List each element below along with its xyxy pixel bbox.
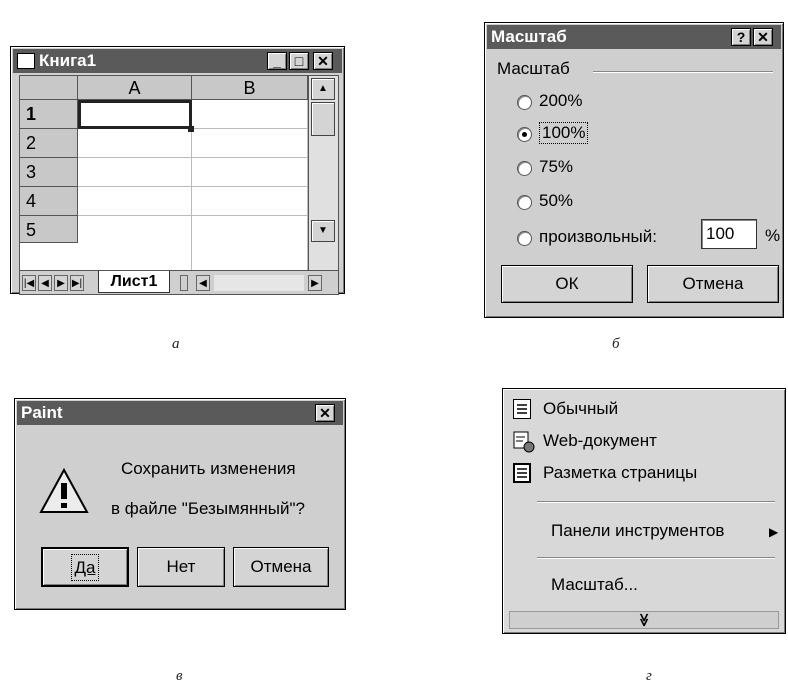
cancel-button[interactable]: Отмена xyxy=(233,547,329,587)
zoom-radio-75[interactable] xyxy=(517,161,532,176)
column-header-a[interactable]: A xyxy=(78,76,192,100)
paint-dialog: Paint ✕ Сохранить изменения в файле "Без… xyxy=(14,398,346,610)
workbook-icon xyxy=(17,53,35,69)
excel-title: Книга1 xyxy=(39,51,97,70)
menu-separator xyxy=(537,557,775,559)
menu-item-zoom[interactable]: Масштаб... xyxy=(551,575,638,595)
tab-split-handle[interactable] xyxy=(180,275,188,291)
group-divider xyxy=(593,71,773,73)
horizontal-scrollbar[interactable] xyxy=(214,275,304,291)
zoom-radio-50[interactable] xyxy=(517,195,532,210)
page-layout-icon xyxy=(513,463,531,483)
last-sheet-icon[interactable]: ▶| xyxy=(70,275,84,291)
zoom-dialog: Масштаб ? ✕ Масштаб 200% 100% 75% 50% пр… xyxy=(484,22,784,318)
menu-item-normal[interactable]: Обычный xyxy=(543,399,618,419)
zoom-label-50[interactable]: 50% xyxy=(539,191,573,211)
close-icon[interactable]: ✕ xyxy=(753,28,773,46)
scroll-thumb[interactable] xyxy=(311,102,335,136)
row-header-3[interactable]: 3 xyxy=(20,158,78,187)
percent-label: % xyxy=(765,226,781,245)
zoom-radio-200[interactable] xyxy=(517,95,532,110)
caption-b: б xyxy=(612,336,620,352)
maximize-icon[interactable]: □ xyxy=(289,52,309,70)
zoom-radio-100[interactable] xyxy=(517,127,532,142)
next-sheet-icon[interactable]: ▶ xyxy=(54,275,68,291)
row-header-5[interactable]: 5 xyxy=(20,216,78,243)
caption-d: г xyxy=(646,668,652,684)
corner-cell[interactable] xyxy=(20,76,78,100)
zoom-dialog-title: Масштаб xyxy=(491,27,567,46)
cancel-button[interactable]: Отмена xyxy=(647,265,779,303)
zoom-label-75[interactable]: 75% xyxy=(539,157,573,177)
zoom-group-label: Масштаб xyxy=(497,59,570,78)
row-header-4[interactable]: 4 xyxy=(20,187,78,216)
zoom-label-custom[interactable]: произвольный: xyxy=(539,227,657,247)
scroll-down-icon[interactable]: ▼ xyxy=(311,220,335,242)
spreadsheet-grid: A B 1 2 3 4 5 ▲ ▼ |◀ ◀ ▶ ▶| Лист1 ◀ ▶ xyxy=(19,75,339,295)
custom-zoom-input[interactable]: 100 xyxy=(701,219,757,249)
normal-view-icon xyxy=(513,399,531,419)
menu-separator xyxy=(537,501,775,503)
zoom-label-200[interactable]: 200% xyxy=(539,91,582,111)
submenu-arrow-icon: ▶ xyxy=(769,525,779,539)
hscroll-left-icon[interactable]: ◀ xyxy=(196,275,210,291)
prev-sheet-icon[interactable]: ◀ xyxy=(38,275,52,291)
close-icon[interactable]: ✕ xyxy=(313,52,333,70)
close-icon[interactable]: ✕ xyxy=(315,404,335,422)
vertical-scrollbar[interactable]: ▲ ▼ xyxy=(308,76,338,270)
sheet-tab-bar: |◀ ◀ ▶ ▶| Лист1 ◀ ▶ xyxy=(20,270,338,294)
active-cell[interactable] xyxy=(78,100,192,129)
paint-message-line2: в файле "Безымянный"? xyxy=(111,499,305,518)
excel-window: Книга1 _ □ ✕ A B 1 2 3 4 5 ▲ ▼ |◀ ◀ ▶ ▶| xyxy=(10,46,345,295)
expand-chevron-icon: ≫ xyxy=(636,613,652,627)
paint-message-line1: Сохранить изменения xyxy=(121,459,296,478)
row-header-2[interactable]: 2 xyxy=(20,129,78,158)
paint-titlebar[interactable]: Paint xyxy=(17,401,343,425)
no-button[interactable]: Нет xyxy=(137,547,225,587)
scroll-up-icon[interactable]: ▲ xyxy=(311,78,335,100)
minimize-icon[interactable]: _ xyxy=(267,52,287,70)
zoom-radio-custom[interactable] xyxy=(517,231,532,246)
zoom-label-100[interactable]: 100% xyxy=(539,122,589,144)
ok-button[interactable]: ОК xyxy=(501,265,633,303)
fill-handle[interactable] xyxy=(188,126,194,132)
column-header-b[interactable]: B xyxy=(192,76,308,100)
web-document-icon xyxy=(513,431,535,453)
view-menu: Обычный Web-документ Разметка страницы П… xyxy=(502,388,786,634)
paint-title: Paint xyxy=(21,403,63,422)
expand-menu-button[interactable]: ≫ xyxy=(509,611,779,629)
caption-c: в xyxy=(176,668,183,684)
hscroll-right-icon[interactable]: ▶ xyxy=(308,275,322,291)
first-sheet-icon[interactable]: |◀ xyxy=(22,275,36,291)
menu-item-toolbars[interactable]: Панели инструментов xyxy=(551,521,724,541)
menu-item-web-document[interactable]: Web-документ xyxy=(543,431,657,451)
caption-a: а xyxy=(172,336,180,352)
help-icon[interactable]: ? xyxy=(731,28,751,46)
sheet-tab-1[interactable]: Лист1 xyxy=(98,271,170,293)
warning-icon xyxy=(39,467,89,515)
menu-item-page-layout[interactable]: Разметка страницы xyxy=(543,463,697,483)
row-header-1[interactable]: 1 xyxy=(20,100,78,129)
yes-button[interactable]: Да xyxy=(41,547,129,587)
